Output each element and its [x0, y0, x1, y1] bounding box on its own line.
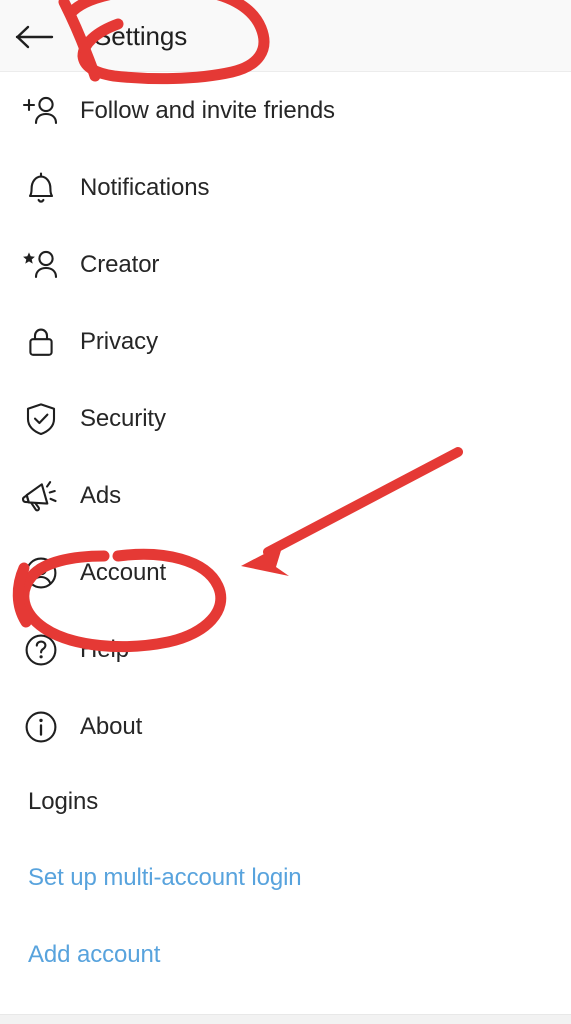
shield-check-icon — [10, 400, 72, 438]
settings-menu-list: Follow and invite friends Notifications — [0, 72, 571, 993]
back-arrow-icon — [15, 23, 55, 51]
menu-item-security[interactable]: Security — [0, 380, 571, 457]
link-label: Set up multi-account login — [28, 863, 302, 891]
person-star-icon — [10, 247, 72, 283]
menu-item-label: About — [80, 712, 143, 740]
menu-item-label: Ads — [80, 481, 122, 509]
menu-item-creator[interactable]: Creator — [0, 226, 571, 303]
question-circle-icon — [10, 631, 72, 669]
menu-item-label: Privacy — [80, 327, 158, 355]
link-label: Add account — [28, 940, 161, 968]
person-circle-icon — [10, 554, 72, 592]
page-title: Settings — [94, 21, 188, 51]
info-circle-icon — [10, 708, 72, 746]
person-add-icon — [10, 93, 72, 129]
menu-item-ads[interactable]: Ads — [0, 457, 571, 534]
lock-icon — [10, 323, 72, 361]
menu-item-account[interactable]: Account — [0, 534, 571, 611]
menu-item-follow-and-invite-friends[interactable]: Follow and invite friends — [0, 72, 571, 149]
menu-item-label: Account — [80, 558, 167, 586]
logins-section-heading: Logins — [0, 765, 571, 839]
menu-item-notifications[interactable]: Notifications — [0, 149, 571, 226]
menu-item-label: Follow and invite friends — [80, 96, 335, 124]
logins-heading-label: Logins — [28, 788, 99, 815]
link-add-account[interactable]: Add account — [0, 916, 571, 993]
settings-screen: Settings Follow and invite friends Notif… — [0, 0, 571, 1024]
menu-item-about[interactable]: About — [0, 688, 571, 765]
menu-item-label: Creator — [80, 250, 160, 278]
menu-item-privacy[interactable]: Privacy — [0, 303, 571, 380]
bell-icon — [10, 169, 72, 207]
bottom-strip — [0, 1014, 571, 1024]
menu-item-label: Notifications — [80, 173, 210, 201]
menu-item-label: Security — [80, 404, 166, 432]
back-button[interactable] — [12, 14, 58, 60]
menu-item-help[interactable]: Help — [0, 611, 571, 688]
megaphone-icon — [10, 477, 72, 515]
link-set-up-multi-account-login[interactable]: Set up multi-account login — [0, 839, 571, 916]
menu-item-label: Help — [80, 635, 129, 663]
app-header: Settings — [0, 0, 571, 72]
